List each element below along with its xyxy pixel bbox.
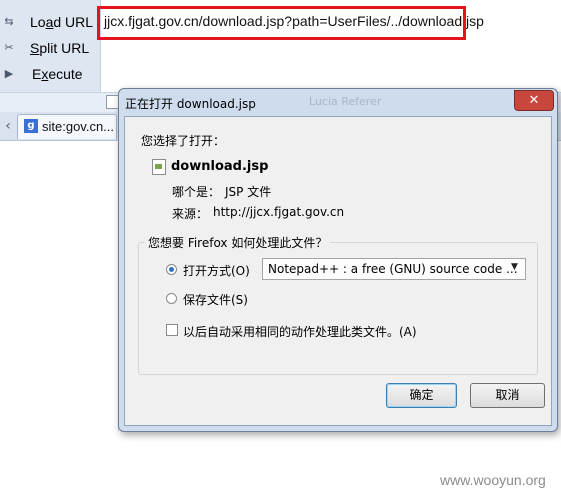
tab-scroll-left-icon[interactable]: ‹ [0, 112, 16, 140]
remember-choice-label[interactable]: 以后自动采用相同的动作处理此类文件。(A) [183, 323, 417, 340]
load-url-icon: ⇆ [4, 15, 14, 28]
close-button[interactable]: ✕ [514, 90, 554, 111]
ok-button[interactable]: 确定 [386, 383, 457, 408]
execute-button[interactable]: ▶ Execute [0, 61, 100, 87]
google-favicon-icon: g [24, 119, 38, 133]
chevron-down-icon: ▼ [511, 262, 518, 272]
group-title: 您想要 Firefox 如何处理此文件？ [145, 234, 331, 251]
save-file-radio[interactable] [166, 293, 177, 304]
dialog-ghost-title: Lucia Referer [309, 95, 382, 108]
dialog-title: 正在打开 download.jsp [125, 97, 256, 111]
load-url-button[interactable]: ⇆ Load URL [0, 9, 100, 35]
file-name: download.jsp [171, 159, 269, 174]
open-with-radio[interactable] [166, 264, 177, 275]
split-url-icon: ✂ [4, 41, 14, 54]
watermark: www.wooyun.org [440, 472, 546, 488]
source-value: http://jjcx.fjgat.gov.cn [213, 205, 345, 219]
application-select-value: Notepad++ : a free (GNU) source code ... [268, 262, 518, 276]
source-label: 来源： [172, 207, 209, 221]
dialog-body: 您选择了打开： download.jsp 哪个是： JSP 文件 来源： htt… [124, 116, 552, 426]
open-file-dialog: 正在打开 download.jsp Lucia Referer ✕ 您选择了打开… [118, 88, 558, 432]
close-icon: ✕ [528, 93, 540, 108]
save-file-label[interactable]: 保存文件(S) [183, 291, 248, 308]
remember-choice-checkbox[interactable] [166, 324, 178, 336]
intro-text: 您选择了打开： [141, 134, 226, 148]
application-select[interactable]: Notepad++ : a free (GNU) source code ...… [262, 258, 526, 280]
url-highlight-box [97, 6, 466, 40]
file-icon [152, 159, 166, 175]
open-with-label[interactable]: 打开方式(O) [183, 262, 250, 279]
type-value: JSP 文件 [225, 185, 272, 199]
execute-icon: ▶ [4, 67, 14, 80]
cancel-button[interactable]: 取消 [470, 383, 545, 408]
type-label: 哪个是： [172, 185, 221, 199]
tab-title: site:gov.cn... [42, 119, 115, 134]
split-url-button[interactable]: ✂ Split URL [0, 35, 100, 61]
tab-site-search[interactable]: g site:gov.cn... [17, 114, 117, 139]
